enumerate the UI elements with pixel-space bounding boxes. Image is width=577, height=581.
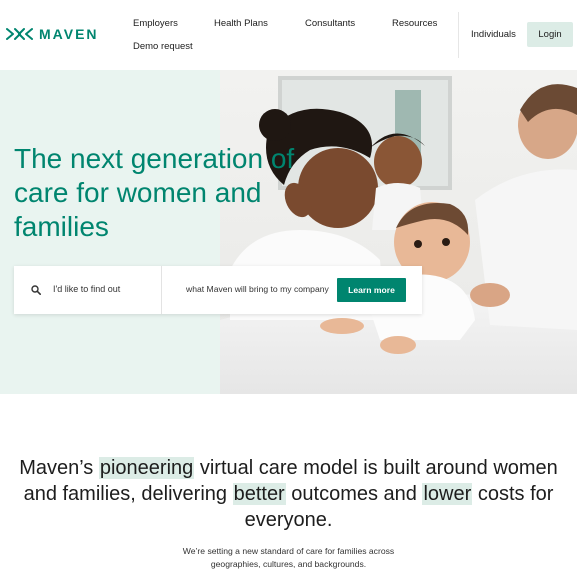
- search-icon: [31, 285, 41, 295]
- brand-name: MAVEN: [39, 26, 99, 42]
- subtext-line-1: We’re setting a new standard of care for…: [182, 546, 395, 556]
- login-button[interactable]: Login: [527, 22, 573, 47]
- mission-text: outcomes and: [285, 483, 423, 505]
- highlight-better: better: [232, 483, 286, 505]
- nav-health-plans[interactable]: Health Plans: [214, 18, 268, 29]
- hero-section: The next generation of care for women an…: [0, 70, 577, 394]
- mission-text: Maven’s: [19, 457, 99, 479]
- maven-logo[interactable]: MAVEN: [6, 26, 99, 42]
- hero-title: The next generation of care for women an…: [14, 143, 295, 242]
- highlight-pioneering: pioneering: [98, 457, 195, 479]
- mission-subtext: We’re setting a new standard of care for…: [0, 545, 577, 571]
- subtext-line-2: geographies, cultures, and backgrounds.: [210, 559, 367, 569]
- nav-resources[interactable]: Resources: [392, 18, 437, 29]
- nav-divider: [458, 12, 459, 58]
- find-out-bar: I'd like to find out what Maven will bri…: [14, 266, 422, 314]
- highlight-lower: lower: [422, 483, 473, 505]
- nav-demo-request[interactable]: Demo request: [133, 41, 193, 52]
- nav-employers[interactable]: Employers: [133, 18, 178, 29]
- maven-logo-icon: [6, 28, 33, 40]
- learn-more-button[interactable]: Learn more: [337, 278, 406, 302]
- site-header: MAVEN Employers Health Plans Consultants…: [0, 0, 577, 70]
- nav-consultants[interactable]: Consultants: [305, 18, 355, 29]
- find-out-label: I'd like to find out: [53, 284, 121, 294]
- individuals-link[interactable]: Individuals: [471, 29, 516, 40]
- find-out-select[interactable]: what Maven will bring to my company: [186, 284, 329, 294]
- mission-statement: Maven’s pioneering virtual care model is…: [0, 455, 577, 533]
- find-out-prefix: I'd like to find out: [14, 266, 162, 314]
